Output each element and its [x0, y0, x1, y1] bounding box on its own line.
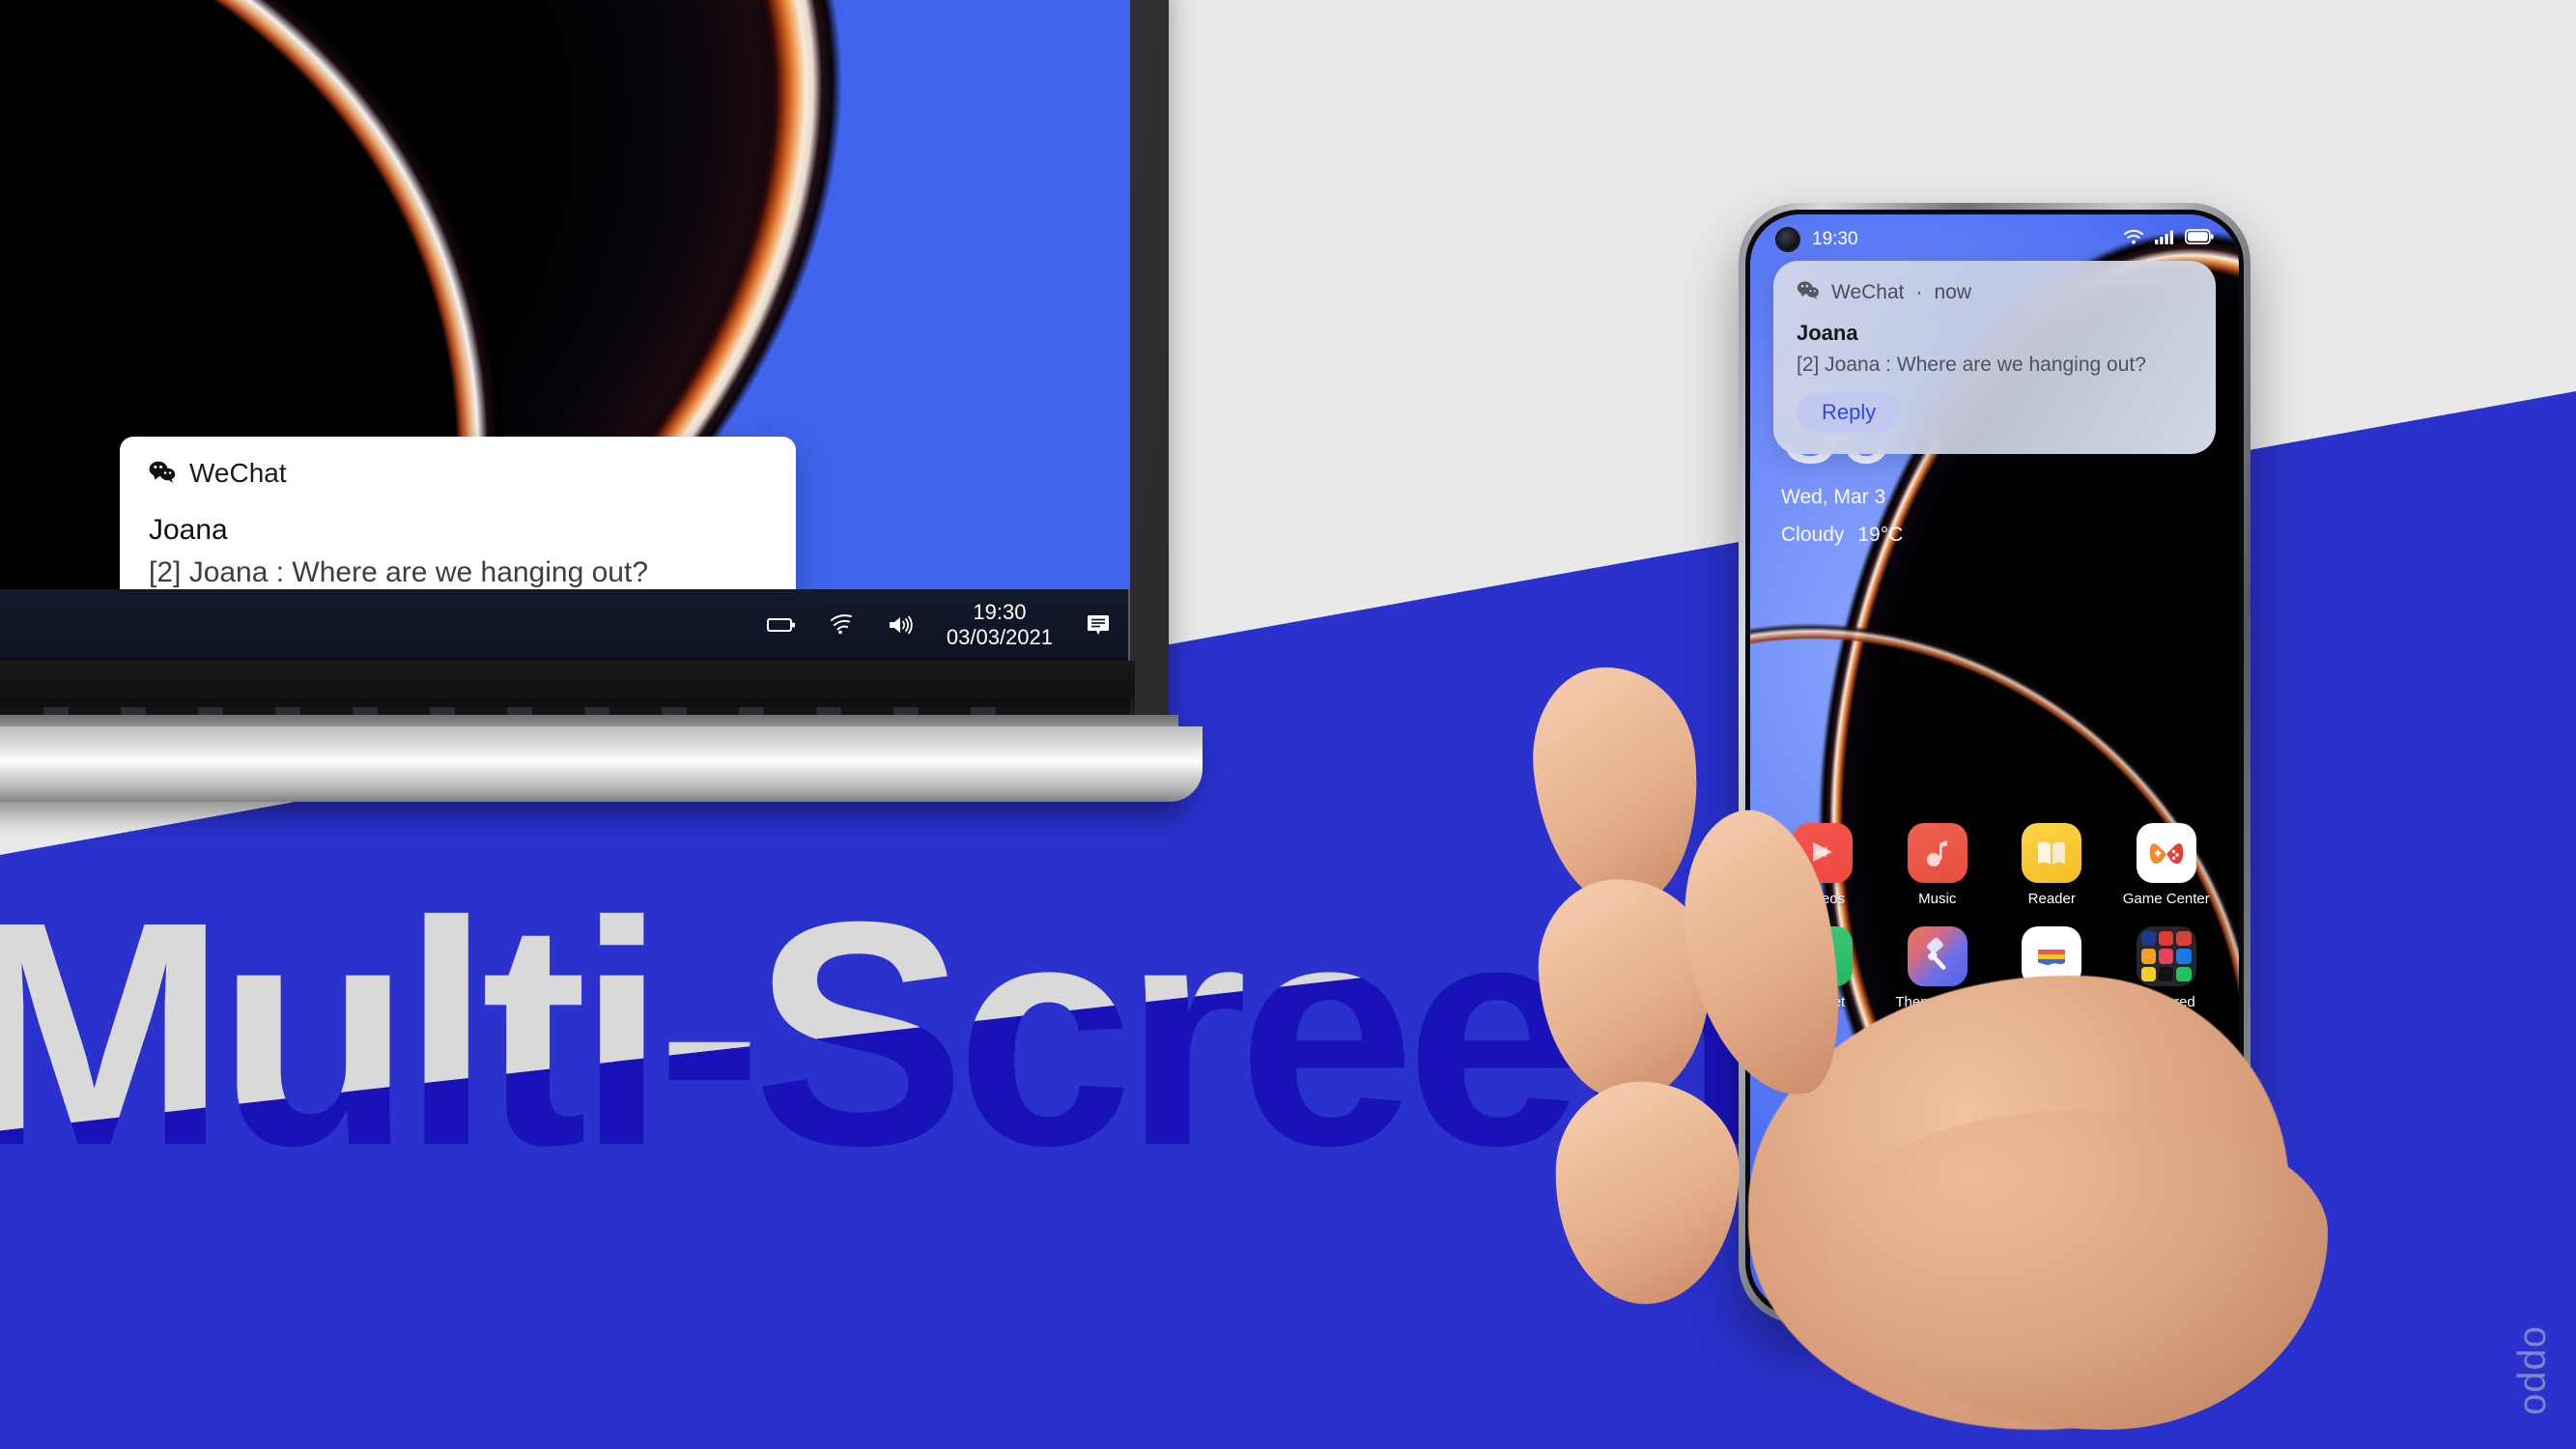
battery-icon[interactable] — [766, 615, 796, 635]
phone-clock-date: Wed, Mar 3 — [1781, 486, 1886, 508]
volume-icon[interactable] — [887, 614, 914, 636]
phone-weather-temperature: 19°C — [1857, 524, 1904, 546]
phone-notification-separator: · — [1915, 281, 1923, 303]
laptop-notification-message: [2] Joana : Where are we hanging out? — [149, 556, 649, 588]
phone-notification-card[interactable]: WeChat · now Joana [2] Joana : Where are… — [1773, 261, 2216, 454]
laptop-taskbar: 19:30 03/03/2021 — [0, 589, 1130, 661]
signal-icon — [2154, 229, 2175, 251]
phone-weather-row: Cloudy 19°C — [1781, 521, 1903, 549]
phone-status-time: 19:30 — [1812, 229, 1858, 249]
wechat-icon — [1797, 280, 1820, 305]
notification-center-icon[interactable] — [1086, 613, 1111, 637]
laptop-notification-app-name: WeChat — [189, 458, 287, 488]
phone-notification-message: [2] Joana : Where are we hanging out? — [1797, 354, 2146, 376]
laptop-shadow — [0, 798, 1178, 831]
laptop-system-tray: 19:30 03/03/2021 — [766, 600, 1111, 650]
laptop-device: WeChat Joana [2] Joana : Where are we ha… — [0, 0, 1203, 898]
wechat-icon — [149, 460, 176, 488]
phone-notification-title: Joana — [1797, 321, 1858, 345]
laptop-screen: WeChat Joana [2] Joana : Where are we ha… — [0, 0, 1130, 661]
phone-status-bar: 19:30 — [1750, 214, 2239, 265]
wifi-icon — [2123, 229, 2144, 251]
laptop-notification-app-row: WeChat — [149, 458, 767, 489]
laptop-clock-date: 03/03/2021 — [946, 625, 1053, 649]
punch-hole-camera-icon — [1775, 227, 1800, 252]
laptop-base — [0, 726, 1203, 802]
phone-weather-condition: Cloudy — [1781, 524, 1845, 546]
battery-icon — [2184, 229, 2214, 250]
phone-notification-app-name: WeChat — [1831, 281, 1905, 303]
laptop-clock[interactable]: 19:30 03/03/2021 — [947, 600, 1053, 650]
laptop-notification-title: Joana — [149, 514, 228, 546]
phone-notification-app-row: WeChat · now — [1797, 280, 2193, 305]
laptop-clock-time: 19:30 — [973, 600, 1027, 624]
oppo-watermark: oppo — [2516, 1326, 2559, 1416]
wifi-icon[interactable] — [829, 614, 854, 636]
phone-notification-time: now — [1934, 281, 1972, 303]
reply-button[interactable]: Reply — [1797, 392, 1902, 433]
hand-holding-phone — [1523, 658, 2444, 1449]
screenshot-stage: Multi-Screen Multi-Screen — [0, 0, 2576, 1449]
